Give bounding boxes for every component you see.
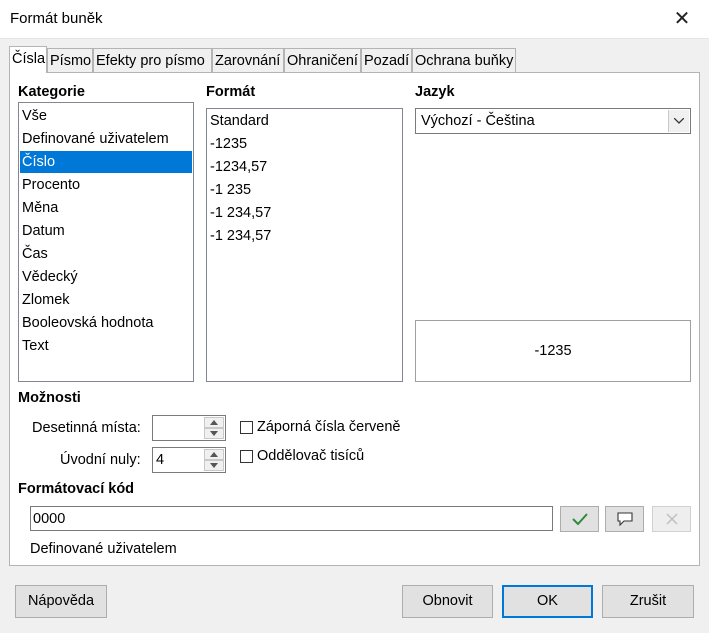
leading-zeros-stepper[interactable]: 4 — [152, 447, 226, 473]
language-value: Výchozí - Čeština — [421, 113, 535, 129]
format-code-header: Formátovací kód — [18, 481, 135, 497]
format-header: Formát — [206, 84, 256, 100]
language-select[interactable]: Výchozí - Čeština — [415, 108, 691, 134]
list-item[interactable]: Definované uživatelem — [20, 128, 192, 150]
preview-box: -1235 — [415, 320, 691, 382]
list-item[interactable]: -1235 — [208, 133, 401, 155]
list-item[interactable]: Měna — [20, 197, 192, 219]
decimal-places-stepper[interactable] — [152, 415, 226, 441]
tab-font-effects[interactable]: Efekty pro písmo — [93, 48, 212, 72]
category-list[interactable]: Vše Definované uživatelem Číslo Procento… — [18, 102, 194, 382]
chevron-up-icon[interactable] — [204, 417, 224, 428]
comment-button[interactable] — [605, 506, 644, 532]
chevron-down-icon[interactable] — [204, 460, 224, 471]
cancel-button[interactable]: Zrušit — [602, 585, 694, 618]
preview-text: -1235 — [534, 343, 572, 359]
tab-cell-protection[interactable]: Ochrana buňky — [412, 48, 516, 72]
format-list[interactable]: Standard -1235 -1234,57 -1 235 -1 234,57… — [206, 108, 403, 382]
tab-font[interactable]: Písmo — [47, 48, 93, 72]
language-header: Jazyk — [415, 84, 455, 100]
checkmark-icon — [571, 513, 588, 525]
decimal-places-label: Desetinná místa: — [32, 420, 141, 436]
list-item[interactable]: Standard — [208, 110, 401, 132]
close-icon[interactable]: ✕ — [669, 6, 695, 32]
x-icon — [666, 513, 677, 525]
list-item[interactable]: Booleovská hodnota — [20, 312, 192, 334]
list-item[interactable]: -1 235 — [208, 179, 401, 201]
leading-zeros-value[interactable]: 4 — [156, 452, 164, 468]
list-item[interactable]: Text — [20, 335, 192, 357]
format-code-description: Definované uživatelem — [30, 541, 177, 557]
help-button[interactable]: Nápověda — [15, 585, 107, 618]
title-bar: Formát buněk ✕ — [0, 0, 709, 39]
list-item[interactable]: -1234,57 — [208, 156, 401, 178]
thousands-separator-checkbox[interactable] — [240, 450, 253, 463]
ok-button[interactable]: OK — [502, 585, 593, 618]
list-item-selected[interactable]: Číslo — [20, 151, 192, 173]
accept-button[interactable] — [560, 506, 599, 532]
chevron-down-icon[interactable] — [668, 110, 689, 132]
delete-button[interactable] — [652, 506, 691, 532]
tab-background[interactable]: Pozadí — [361, 48, 412, 72]
format-code-input[interactable]: 0000 — [30, 506, 553, 531]
chevron-up-icon[interactable] — [204, 449, 224, 460]
list-item[interactable]: -1 234,57 — [208, 225, 401, 247]
list-item[interactable]: Čas — [20, 243, 192, 265]
list-item[interactable]: Vše — [20, 105, 192, 127]
tab-numbers[interactable]: Čísla — [9, 46, 47, 73]
reset-button[interactable]: Obnovit — [402, 585, 493, 618]
format-code-value: 0000 — [33, 511, 66, 527]
list-item[interactable]: -1 234,57 — [208, 202, 401, 224]
speech-bubble-icon — [616, 512, 633, 526]
list-item[interactable]: Zlomek — [20, 289, 192, 311]
chevron-down-icon[interactable] — [204, 428, 224, 439]
spin-buttons — [204, 449, 224, 471]
thousands-separator-label[interactable]: Oddělovač tisíců — [257, 448, 364, 464]
tab-alignment[interactable]: Zarovnání — [212, 48, 284, 72]
options-header: Možnosti — [18, 390, 81, 406]
negative-red-checkbox[interactable] — [240, 421, 253, 434]
spin-buttons — [204, 417, 224, 439]
list-item[interactable]: Vědecký — [20, 266, 192, 288]
list-item[interactable]: Datum — [20, 220, 192, 242]
tab-borders[interactable]: Ohraničení — [284, 48, 361, 72]
window-title: Formát buněk — [10, 10, 103, 27]
negative-red-label[interactable]: Záporná čísla červeně — [257, 419, 400, 435]
leading-zeros-label: Úvodní nuly: — [60, 452, 141, 468]
category-header: Kategorie — [18, 84, 85, 100]
list-item[interactable]: Procento — [20, 174, 192, 196]
